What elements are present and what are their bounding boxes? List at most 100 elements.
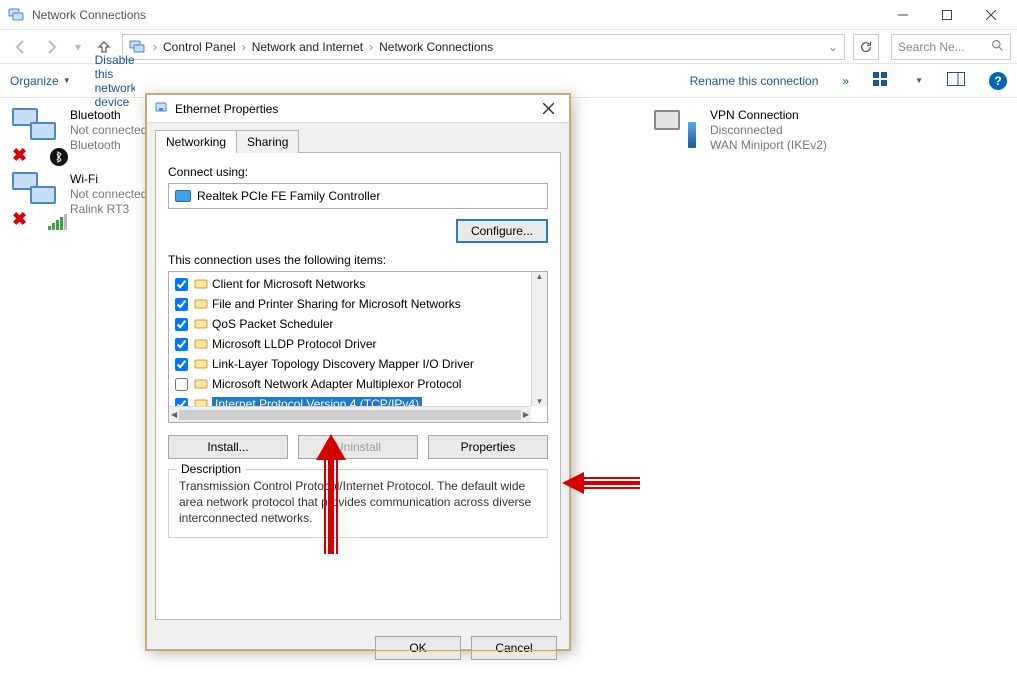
connection-name: Bluetooth xyxy=(70,108,147,122)
tab-networking[interactable]: Networking xyxy=(155,130,237,153)
breadcrumb[interactable]: › Control Panel › Network and Internet ›… xyxy=(122,34,845,60)
rename-connection-button[interactable]: Rename this connection xyxy=(690,74,819,88)
protocol-item-checkbox[interactable] xyxy=(175,358,188,371)
dialog-titlebar[interactable]: Ethernet Properties xyxy=(147,95,569,123)
install-button[interactable]: Install... xyxy=(168,435,288,459)
scroll-right-icon[interactable]: ▶ xyxy=(523,410,529,419)
bluetooth-badge-icon xyxy=(50,148,68,166)
nav-recent-button[interactable]: ▾ xyxy=(70,33,86,61)
protocol-item-label: Microsoft LLDP Protocol Driver xyxy=(212,337,377,351)
connect-using-label: Connect using: xyxy=(168,165,548,179)
protocol-item-label: QoS Packet Scheduler xyxy=(212,317,333,331)
scrollbar-vertical[interactable]: ▲▼ xyxy=(531,272,547,406)
annotation-arrow-up xyxy=(316,434,346,554)
connection-detail: Ralink RT3 xyxy=(70,202,147,216)
connection-name: Wi-Fi xyxy=(70,172,147,186)
view-options-button[interactable] xyxy=(873,72,891,89)
protocol-items-list: Client for Microsoft Networks File and Pr… xyxy=(168,271,548,423)
tab-sharing[interactable]: Sharing xyxy=(236,130,299,153)
scroll-down-icon[interactable]: ▼ xyxy=(536,397,544,406)
protocol-item-checkbox[interactable] xyxy=(175,318,188,331)
bluetooth-icon: ✖ xyxy=(12,108,64,160)
tab-body-networking: Connect using: Realtek PCIe FE Family Co… xyxy=(155,152,561,620)
chevron-down-icon[interactable]: ▼ xyxy=(915,76,923,85)
chevron-right-icon: › xyxy=(240,40,248,54)
protocol-item-checkbox[interactable] xyxy=(175,338,188,351)
protocol-icon xyxy=(194,337,208,351)
protocol-icon xyxy=(194,357,208,371)
protocol-icon xyxy=(194,297,208,311)
dialog-close-button[interactable] xyxy=(533,98,563,120)
window-close-button[interactable] xyxy=(969,1,1013,29)
search-placeholder: Search Ne... xyxy=(898,40,965,54)
window-titlebar: Network Connections xyxy=(0,0,1017,30)
ethernet-properties-dialog: Ethernet Properties Networking Sharing C… xyxy=(146,94,570,650)
annotation-arrow-right xyxy=(562,472,640,494)
connection-detail: Bluetooth xyxy=(70,138,147,152)
connection-status: Not connected xyxy=(70,187,147,201)
protocol-item[interactable]: QoS Packet Scheduler xyxy=(169,314,547,334)
dialog-title: Ethernet Properties xyxy=(175,102,278,116)
disconnected-x-icon: ✖ xyxy=(12,145,27,166)
preview-pane-button[interactable] xyxy=(947,72,965,89)
ok-button[interactable]: OK xyxy=(375,636,461,660)
configure-button[interactable]: Configure... xyxy=(456,219,548,243)
protocol-item-label: Link-Layer Topology Discovery Mapper I/O… xyxy=(212,357,474,371)
protocol-icon xyxy=(194,277,208,291)
wifi-signal-icon xyxy=(48,214,70,230)
search-input[interactable]: Search Ne... xyxy=(891,34,1011,60)
wifi-icon: ✖ xyxy=(12,172,64,224)
minimize-button[interactable] xyxy=(881,1,925,29)
protocol-item-label: File and Printer Sharing for Microsoft N… xyxy=(212,297,461,311)
protocol-item-checkbox[interactable] xyxy=(175,278,188,291)
properties-button[interactable]: Properties xyxy=(428,435,548,459)
items-label: This connection uses the following items… xyxy=(168,253,548,267)
protocol-item[interactable]: File and Printer Sharing for Microsoft N… xyxy=(169,294,547,314)
nic-icon xyxy=(175,190,191,202)
more-commands-button[interactable]: » xyxy=(842,74,849,88)
adapter-field[interactable]: Realtek PCIe FE Family Controller xyxy=(168,183,548,209)
window-title: Network Connections xyxy=(32,8,146,22)
scroll-up-icon[interactable]: ▲ xyxy=(536,272,544,281)
breadcrumb-item[interactable]: Network Connections xyxy=(377,40,495,54)
breadcrumb-item[interactable]: Network and Internet xyxy=(250,40,365,54)
protocol-item-checkbox[interactable] xyxy=(175,298,188,311)
nav-back-button[interactable] xyxy=(6,33,34,61)
disconnected-x-icon: ✖ xyxy=(12,209,27,230)
app-icon xyxy=(8,7,24,23)
chevron-down-icon[interactable]: ⌄ xyxy=(828,40,842,54)
protocol-icon xyxy=(194,377,208,391)
protocol-item[interactable]: Link-Layer Topology Discovery Mapper I/O… xyxy=(169,354,547,374)
description-group: Description Transmission Control Protoco… xyxy=(168,469,548,538)
connection-detail: WAN Miniport (IKEv2) xyxy=(710,138,827,152)
scroll-thumb[interactable] xyxy=(179,410,521,420)
chevron-right-icon: › xyxy=(367,40,375,54)
protocol-item[interactable]: Microsoft Network Adapter Multiplexor Pr… xyxy=(169,374,547,394)
protocol-item-label: Microsoft Network Adapter Multiplexor Pr… xyxy=(212,377,461,391)
connection-status: Not connected xyxy=(70,123,147,137)
description-text: Transmission Control Protocol/Internet P… xyxy=(179,478,537,527)
description-legend: Description xyxy=(177,462,245,476)
connection-status: Disconnected xyxy=(710,123,827,137)
scroll-left-icon[interactable]: ◀ xyxy=(171,410,177,419)
help-button[interactable]: ? xyxy=(989,72,1007,90)
command-bar: Organize ▼ Disable this network device R… xyxy=(0,64,1017,98)
dialog-tabs: Networking Sharing xyxy=(147,123,569,152)
maximize-button[interactable] xyxy=(925,1,969,29)
chevron-down-icon: ▼ xyxy=(63,76,71,85)
protocol-item-checkbox[interactable] xyxy=(175,378,188,391)
adapter-name: Realtek PCIe FE Family Controller xyxy=(197,189,380,203)
cancel-button[interactable]: Cancel xyxy=(471,636,557,660)
chevron-right-icon: › xyxy=(151,40,159,54)
nav-forward-button[interactable] xyxy=(38,33,66,61)
vpn-icon xyxy=(652,108,704,160)
refresh-button[interactable] xyxy=(853,34,879,60)
protocol-item[interactable]: Microsoft LLDP Protocol Driver xyxy=(169,334,547,354)
breadcrumb-item[interactable]: Control Panel xyxy=(161,40,238,54)
organize-menu[interactable]: Organize ▼ xyxy=(10,74,71,88)
scrollbar-horizontal[interactable]: ◀▶ xyxy=(169,406,531,422)
protocol-item[interactable]: Client for Microsoft Networks xyxy=(169,274,547,294)
search-icon xyxy=(991,39,1004,55)
connection-name: VPN Connection xyxy=(710,108,827,122)
connection-item-vpn[interactable]: VPN Connection Disconnected WAN Miniport… xyxy=(652,108,912,224)
